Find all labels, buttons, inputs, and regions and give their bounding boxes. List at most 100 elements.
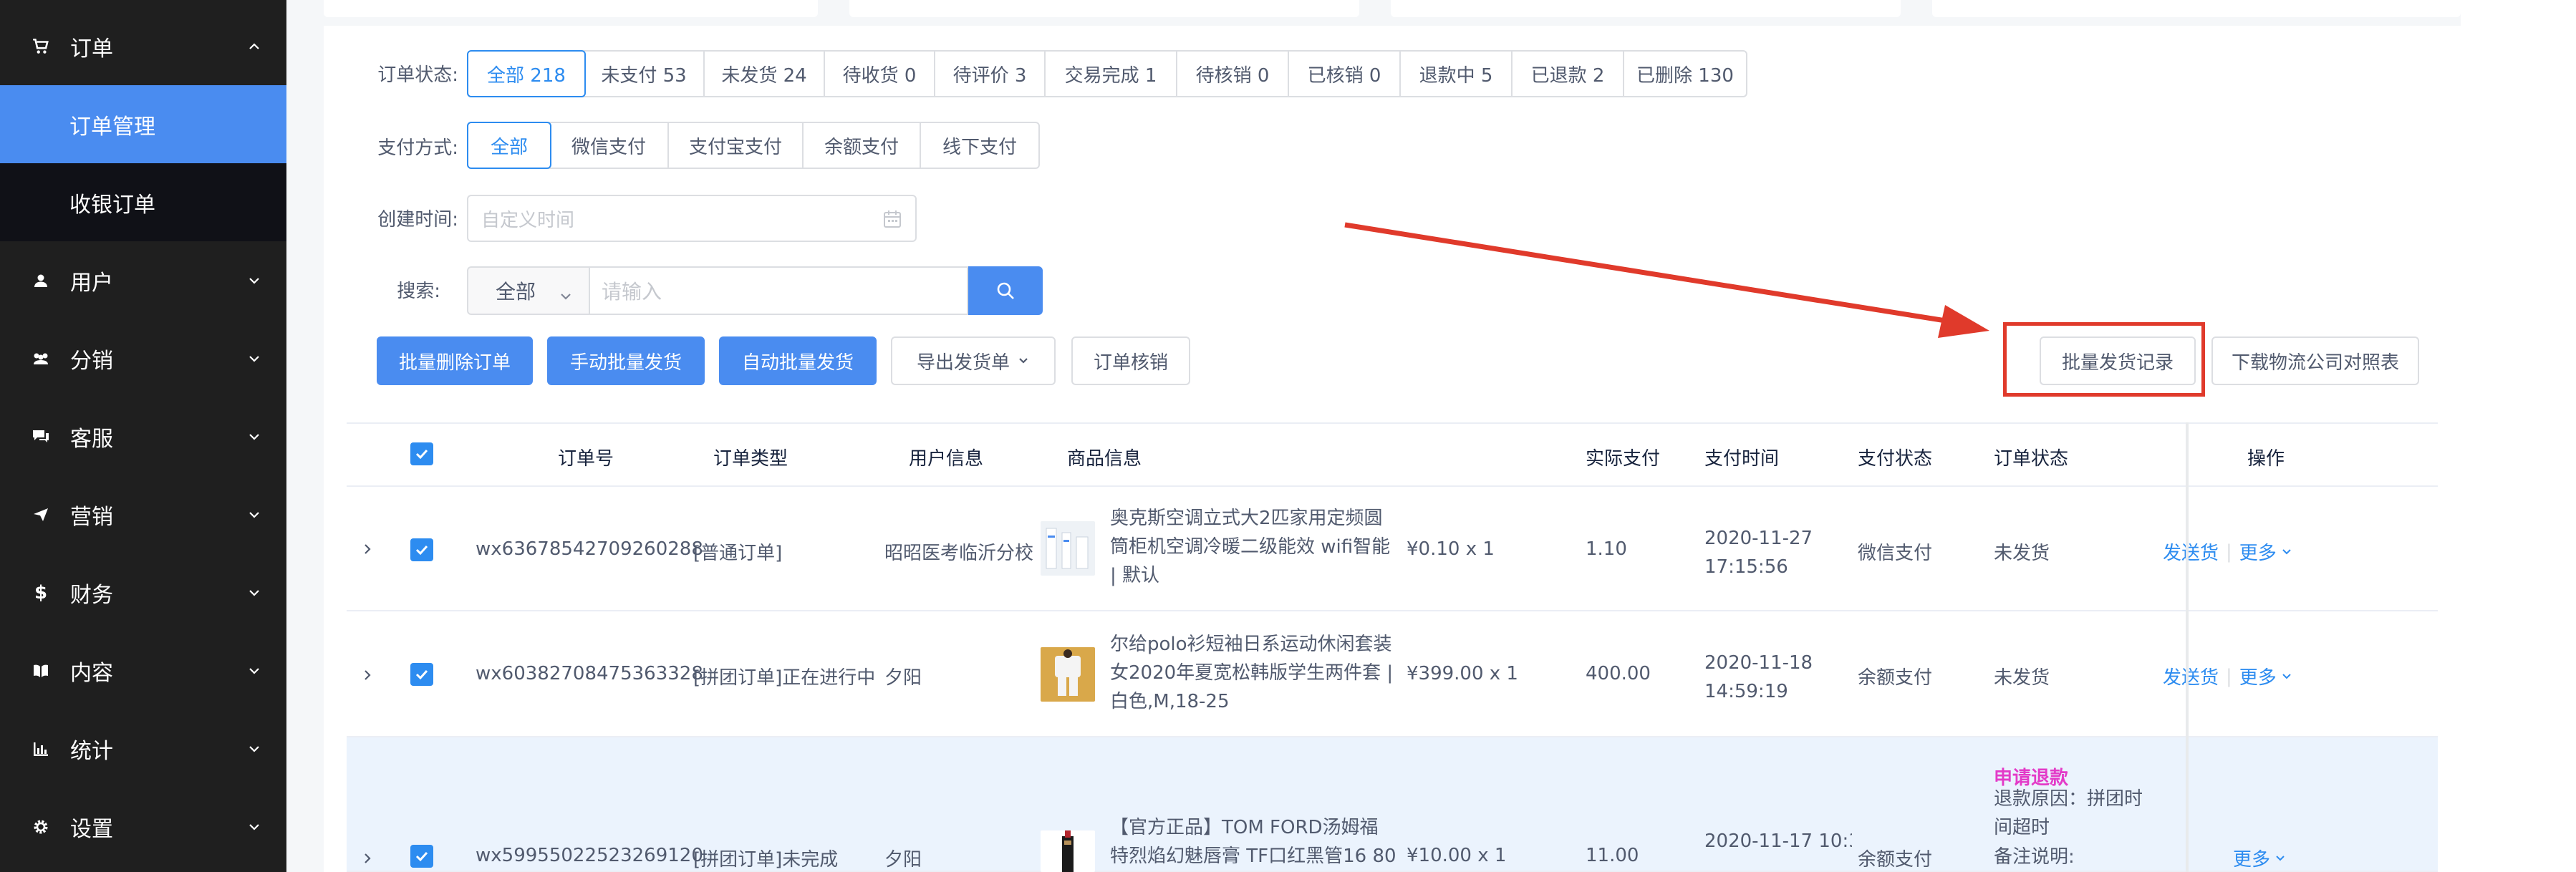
search-label: 搜索: (397, 281, 440, 302)
product-price-qty: ¥399.00 x 1 (1407, 663, 1518, 684)
sidebar-item-distribution[interactable]: 分销 (0, 319, 286, 397)
status-option-refunding[interactable]: 退款中 5 (1401, 52, 1513, 96)
row-checkbox[interactable] (410, 538, 433, 561)
create-time-picker[interactable]: 自定义时间 (467, 195, 917, 242)
chevron-down-icon[interactable] (2274, 853, 2286, 864)
annotation-arrow (1344, 222, 1989, 338)
row-actions: 更多 (2233, 845, 2286, 871)
chevron-down-icon (248, 274, 261, 287)
chevron-down-icon[interactable] (2281, 671, 2292, 682)
fixed-column-divider (2186, 422, 2189, 872)
order-no: wx60382708475363328 (476, 663, 703, 684)
sidebar-item-order[interactable]: 订单 (0, 7, 286, 85)
gear-icon (30, 816, 52, 838)
chevron-right-icon[interactable] (361, 543, 374, 556)
sidebar-item-label: 分销 (70, 348, 113, 374)
more-link[interactable]: 更多 (2239, 538, 2277, 565)
sidebar-subitem-cashier-order[interactable]: 收银订单 (0, 163, 286, 241)
batch-delete-button[interactable]: 批量删除订单 (377, 336, 533, 385)
table-row: wx60382708475363328 [拼团订单]正在进行中 夕阳 尔给pol… (347, 611, 2438, 737)
status-option-deleted[interactable]: 已删除 130 (1624, 52, 1746, 96)
sidebar-subitem-order-manage[interactable]: 订单管理 (0, 85, 286, 163)
status-option-to-verify[interactable]: 待核销 0 (1177, 52, 1289, 96)
order-verify-button[interactable]: 订单核销 (1071, 336, 1190, 385)
ship-link[interactable]: 发送货 (2163, 538, 2219, 565)
search-input[interactable]: 请输入 (589, 266, 968, 315)
chevron-right-icon[interactable] (361, 669, 374, 682)
export-ship-dropdown[interactable]: 导出发货单 (891, 336, 1056, 385)
pay-option-wechat[interactable]: 微信支付 (550, 123, 669, 168)
status-option-all[interactable]: 全部 218 (467, 50, 586, 97)
product-thumbnail (1041, 521, 1095, 576)
status-option-refunded[interactable]: 已退款 2 (1513, 52, 1624, 96)
search-placeholder: 请输入 (602, 280, 662, 304)
distribution-icon (30, 348, 52, 369)
sidebar-item-stats[interactable]: 统计 (0, 709, 286, 788)
row-checkbox[interactable] (410, 845, 433, 868)
product-thumbnail (1041, 647, 1095, 702)
table-row: wx59955022523269120 [拼团订单]未完成 夕阳 【官方正品】T… (347, 737, 2438, 872)
status-option-unpaid[interactable]: 未支付 53 (584, 52, 705, 96)
header-product-info: 商品信息 (1067, 448, 1142, 470)
search-icon (997, 282, 1014, 299)
chevron-down-icon[interactable] (2281, 546, 2292, 558)
chevron-down-icon (248, 508, 261, 521)
sidebar-item-settings[interactable]: 设置 (0, 788, 286, 866)
header-pay-time: 支付时间 (1704, 448, 1780, 470)
sidebar-subitem-label: 订单管理 (69, 114, 155, 140)
header-order-no: 订单号 (558, 448, 614, 470)
ship-link[interactable]: 发送货 (2163, 663, 2219, 689)
order-status-note: 备注说明: (1994, 846, 2075, 868)
pay-option-alipay[interactable]: 支付宝支付 (669, 123, 804, 168)
stat-card (1932, 0, 2461, 17)
sidebar-item-marketing[interactable]: 营销 (0, 475, 286, 553)
more-link[interactable]: 更多 (2233, 845, 2270, 871)
order-table-header: 订单号 订单类型 用户信息 商品信息 实际支付 支付时间 支付状态 订单状态 操… (347, 422, 2438, 487)
sidebar-item-service[interactable]: 客服 (0, 397, 286, 475)
row-checkbox[interactable] (410, 663, 433, 686)
chevron-down-icon (248, 820, 261, 833)
action-divider: | (2226, 541, 2232, 563)
chevron-down-icon (248, 586, 261, 599)
search-button[interactable] (968, 266, 1043, 315)
search-scope-value: 全部 (496, 280, 536, 304)
chat-icon (30, 426, 52, 447)
sidebar-item-user[interactable]: 用户 (0, 241, 286, 319)
actual-paid: 400.00 (1586, 663, 1651, 684)
status-option-to-review[interactable]: 待评价 3 (935, 52, 1046, 96)
sidebar-item-finance[interactable]: $ 财务 (0, 553, 286, 631)
order-status-filter: 全部 218 未支付 53 未发货 24 待收货 0 待评价 3 交易完成 1 … (467, 50, 1747, 97)
user-info: 夕阳 (884, 667, 922, 689)
status-option-verified[interactable]: 已核销 0 (1289, 52, 1401, 96)
pay-option-all[interactable]: 全部 (467, 122, 551, 169)
auto-batch-ship-button[interactable]: 自动批量发货 (719, 336, 877, 385)
create-time-placeholder: 自定义时间 (481, 209, 575, 231)
calendar-icon (882, 209, 902, 229)
search-scope-select[interactable]: 全部 (467, 266, 589, 315)
pay-option-offline[interactable]: 线下支付 (921, 123, 1038, 168)
order-status: 未发货 (1994, 667, 2050, 689)
sidebar-subitem-label: 收银订单 (69, 192, 155, 218)
sidebar-item-label: 财务 (70, 582, 113, 608)
pay-time: 2020-11-17 10:39: (1704, 830, 1852, 852)
status-option-to-receive[interactable]: 待收货 0 (825, 52, 935, 96)
send-icon (30, 504, 52, 525)
download-logistics-button[interactable]: 下载物流公司对照表 (2211, 336, 2419, 385)
manual-batch-ship-button[interactable]: 手动批量发货 (547, 336, 705, 385)
sidebar-item-content[interactable]: 内容 (0, 631, 286, 709)
order-no: wx63678542709260288 (476, 538, 703, 560)
chevron-down-icon (248, 430, 261, 443)
table-row: wx63678542709260288 [普通订单] 昭昭医考临沂分校 奥克斯空… (347, 487, 2438, 611)
row-actions: 发送货 | 更多 (2163, 663, 2292, 689)
pay-option-balance[interactable]: 余额支付 (804, 123, 921, 168)
pay-status: 余额支付 (1858, 667, 1933, 689)
status-option-completed[interactable]: 交易完成 1 (1046, 52, 1177, 96)
chevron-right-icon[interactable] (361, 852, 374, 865)
stats-cards-edge (324, 0, 2461, 26)
action-divider: | (2226, 665, 2232, 687)
pay-time: 2020-11-18 14:59:19 (1704, 652, 1813, 702)
book-icon (30, 660, 52, 682)
more-link[interactable]: 更多 (2239, 663, 2277, 689)
status-option-unshipped[interactable]: 未发货 24 (705, 52, 825, 96)
select-all-checkbox[interactable] (410, 442, 433, 465)
